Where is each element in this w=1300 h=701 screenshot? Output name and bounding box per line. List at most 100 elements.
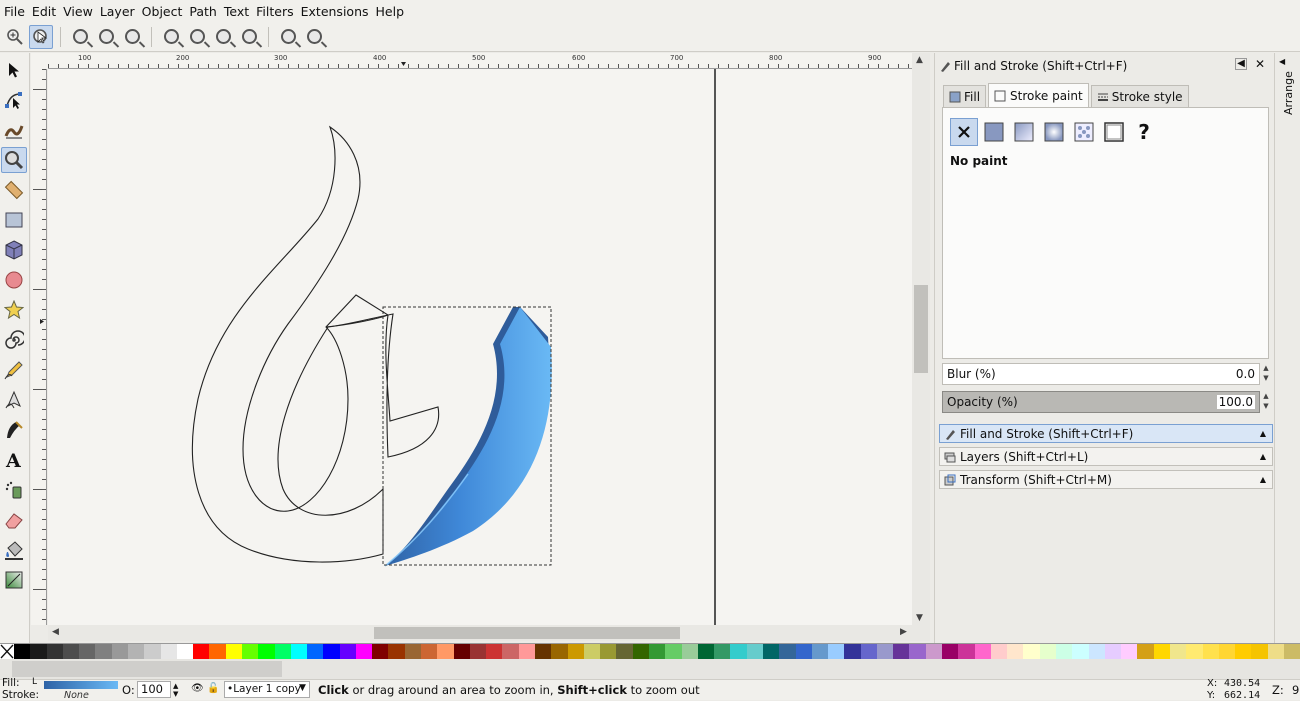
strip-collapse-icon[interactable]: ◀ — [1279, 57, 1285, 66]
scroll-right-icon[interactable]: ▶ — [900, 627, 907, 637]
no-color-swatch[interactable] — [0, 644, 14, 659]
palette-swatch[interactable] — [274, 644, 291, 659]
menu-help[interactable]: Help — [376, 4, 412, 19]
section-transform[interactable]: Transform (Shift+Ctrl+M) ▲ — [939, 470, 1273, 489]
zoom-page-button[interactable] — [211, 25, 235, 49]
palette-swatch[interactable] — [697, 644, 715, 659]
palette-swatch[interactable] — [632, 644, 649, 659]
palette-swatch[interactable] — [160, 644, 177, 659]
blue-shape-face[interactable] — [385, 307, 552, 566]
menu-extensions[interactable]: Extensions — [301, 4, 376, 19]
opacity-spinner[interactable]: ▲ ▼ — [1261, 391, 1271, 413]
palette-swatch[interactable] — [1202, 644, 1219, 659]
menu-object[interactable]: Object — [142, 4, 190, 19]
palette-scrollbar[interactable] — [0, 659, 1300, 679]
palette-swatch[interactable] — [388, 644, 405, 659]
palette-swatch[interactable] — [1121, 644, 1138, 659]
palette-swatch[interactable] — [258, 644, 275, 659]
tweak-tool[interactable] — [1, 117, 27, 143]
star-tool[interactable] — [1, 297, 27, 323]
palette-swatch[interactable] — [893, 644, 910, 659]
pen-tool[interactable] — [1, 387, 27, 413]
palette-swatch[interactable] — [469, 644, 487, 659]
palette-swatch[interactable] — [762, 644, 780, 659]
palette-swatch[interactable] — [453, 644, 470, 659]
menu-path[interactable]: Path — [189, 4, 223, 19]
palette-swatch[interactable] — [437, 644, 454, 659]
palette-swatch[interactable] — [502, 644, 519, 659]
palette-swatch[interactable] — [990, 644, 1008, 659]
palette-swatch[interactable] — [355, 644, 373, 659]
palette-swatch[interactable] — [111, 644, 128, 659]
swatch-button[interactable] — [1100, 118, 1128, 146]
blur-field[interactable]: Blur (%) 0.0 — [942, 363, 1260, 385]
measure-tool[interactable] — [1, 177, 27, 203]
menu-layer[interactable]: Layer — [100, 4, 142, 19]
zoom-in-mode-button[interactable] — [3, 25, 27, 49]
tab-fill[interactable]: Fill — [943, 85, 987, 108]
arrange-tab[interactable]: Arrange — [1282, 71, 1295, 115]
menu-filters[interactable]: Filters — [256, 4, 300, 19]
section-fill-stroke[interactable]: Fill and Stroke (Shift+Ctrl+F) ▲ — [939, 424, 1273, 443]
zoom-2-1-button[interactable] — [120, 25, 144, 49]
palette-swatch[interactable] — [144, 644, 161, 659]
zoom-next-button[interactable] — [302, 25, 326, 49]
palette-swatch[interactable] — [1251, 644, 1268, 659]
palette-swatch[interactable] — [779, 644, 796, 659]
stroke-indicator[interactable]: None — [64, 690, 89, 701]
palette-swatch[interactable] — [681, 644, 698, 659]
eraser-tool[interactable] — [1, 507, 27, 533]
menu-view[interactable]: View — [63, 4, 100, 19]
rectangle-tool[interactable] — [1, 207, 27, 233]
palette-swatch[interactable] — [339, 644, 356, 659]
palette-swatch[interactable] — [30, 644, 47, 659]
palette-swatch[interactable] — [1104, 644, 1122, 659]
scroll-down-icon[interactable]: ▼ — [916, 613, 923, 623]
linear-gradient-button[interactable] — [1010, 118, 1038, 146]
palette-swatch[interactable] — [486, 644, 503, 659]
palette-swatch[interactable] — [616, 644, 633, 659]
palette-swatch[interactable] — [551, 644, 568, 659]
scroll-up-icon[interactable]: ▲ — [916, 55, 923, 65]
selector-tool[interactable] — [1, 57, 27, 83]
paint-bucket-tool[interactable] — [1, 537, 27, 563]
palette-swatch[interactable] — [46, 644, 63, 659]
opacity-value[interactable]: 100.0 — [1216, 395, 1255, 409]
ellipse-tool[interactable] — [1, 267, 27, 293]
palette-swatch[interactable] — [176, 644, 194, 659]
blur-value[interactable]: 0.0 — [1236, 367, 1255, 381]
palette-swatch[interactable] — [79, 644, 96, 659]
palette-swatch[interactable] — [225, 644, 242, 659]
palette-swatch[interactable] — [241, 644, 259, 659]
palette-swatch[interactable] — [942, 644, 959, 659]
horizontal-scrollbar[interactable]: ◀ ▶ — [48, 625, 930, 641]
chevron-down-icon[interactable]: ▼ — [299, 683, 306, 693]
zoom-value[interactable]: 9 — [1292, 683, 1299, 697]
palette-swatch[interactable] — [1023, 644, 1040, 659]
palette-swatch[interactable] — [290, 644, 308, 659]
vertical-scroll-thumb[interactable] — [914, 285, 928, 373]
gradient-tool[interactable] — [1, 567, 27, 593]
opacity-field[interactable]: Opacity (%) 100.0 — [942, 391, 1260, 413]
palette-swatch[interactable] — [209, 644, 226, 659]
palette-swatch[interactable] — [323, 644, 340, 659]
outline-shape[interactable] — [191, 125, 440, 563]
palette-swatch[interactable] — [1153, 644, 1170, 659]
menu-file[interactable]: File — [4, 4, 32, 19]
no-paint-button[interactable] — [950, 118, 978, 146]
palette-swatch[interactable] — [1056, 644, 1073, 659]
palette-swatch[interactable] — [193, 644, 210, 659]
spray-tool[interactable] — [1, 477, 27, 503]
layer-lock-icon[interactable]: 🔓 — [207, 683, 219, 694]
current-layer-select[interactable]: •Layer 1 copy — [224, 681, 310, 698]
palette-swatch[interactable] — [372, 644, 389, 659]
dock-close-icon[interactable]: ✕ — [1255, 57, 1265, 71]
dock-collapse-icon[interactable]: ◀ — [1235, 58, 1247, 70]
pattern-button[interactable] — [1070, 118, 1098, 146]
palette-swatch[interactable] — [95, 644, 112, 659]
palette-swatch[interactable] — [909, 644, 926, 659]
palette-swatch[interactable] — [860, 644, 877, 659]
scroll-left-icon[interactable]: ◀ — [52, 627, 59, 637]
palette-swatch[interactable] — [1218, 644, 1236, 659]
palette-swatch[interactable] — [404, 644, 422, 659]
